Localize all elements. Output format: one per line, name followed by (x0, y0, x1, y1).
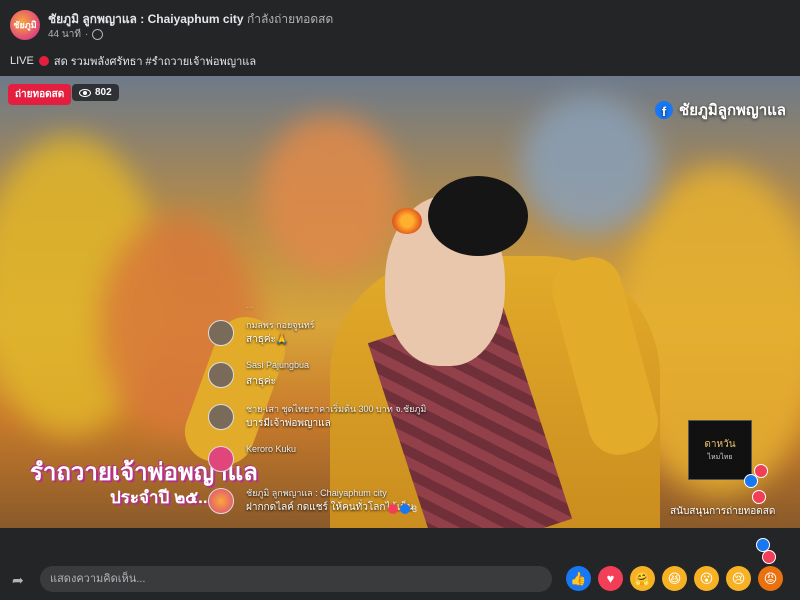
like-reaction-icon (400, 504, 410, 514)
overlay-subtitle: ประจำปี ๒๕... (110, 488, 213, 507)
comment-text: สาธุค่ะ (246, 376, 276, 387)
comment-author[interactable]: ชัยภูมิ ลูกพญาแล : Chaiyaphum city (246, 486, 387, 500)
comment-item: ... (208, 296, 448, 316)
comment-author[interactable]: ชาย-เสา ชุดไทยราคาเริ่มต้น 300 บาท จ.ชัย… (246, 402, 426, 416)
commenter-avatar[interactable] (208, 404, 234, 430)
comment-bar: ➦ 👍 ♥ 🤗 😆 😮 😢 😡 (0, 528, 800, 600)
wow-icon[interactable]: 😮 (694, 566, 719, 591)
post-time[interactable]: 44 นาที (48, 27, 81, 42)
caption-live-label: LIVE (10, 55, 34, 67)
like-icon[interactable]: 👍 (566, 566, 591, 591)
sponsor-caption: สนับสนุนการถ่ายทอดสด (670, 506, 776, 517)
viewer-count-badge: 802 (72, 84, 119, 101)
background-crowd (260, 116, 400, 276)
background-sky (520, 96, 660, 236)
comment-item: Keroro Kuku (208, 442, 448, 484)
post-meta: 44 นาที · (48, 27, 104, 42)
viewer-count: 802 (95, 87, 112, 98)
comment-reaction-count: 3 (412, 504, 418, 514)
comment-author[interactable]: กมลพร กอยจูนทร์ (246, 318, 314, 332)
share-icon[interactable]: ➦ (12, 572, 28, 588)
floating-love-icon (762, 550, 776, 564)
hair-flower (392, 208, 422, 234)
live-video-player[interactable]: ถ่ายทอดสด 802 f ชัยภูมิลูกพญาแล รำถวายเจ… (0, 76, 800, 528)
commenter-avatar[interactable] (208, 320, 234, 346)
page-name-link[interactable]: ชัยภูมิ ลูกพญาแล : Chaiyaphum city (48, 12, 244, 26)
page-avatar[interactable]: ชัยภูมิ (10, 10, 40, 40)
angry-icon[interactable]: 😡 (758, 566, 783, 591)
sponsor-tagline: ไหมไทย (707, 454, 733, 461)
dancer-hair-bun (428, 176, 528, 256)
comment-item: ชาย-เสา ชุดไทยราคาเริ่มต้น 300 บาท จ.ชัย… (208, 400, 448, 442)
video-watermark: f ชัยภูมิลูกพญาแล (655, 98, 786, 122)
watermark-text: ชัยภูมิลูกพญาแล (679, 102, 786, 119)
post-caption: LIVE สด รวมพลังศรัทธา #รำถวายเจ้าพ่อพญาแ… (10, 52, 256, 70)
love-reaction-icon (388, 504, 398, 514)
sponsor-name: ดาหวัน (704, 439, 736, 450)
comment-text: สาธุค่ะ🙏 (246, 334, 289, 345)
meta-dot: · (84, 29, 89, 40)
comment-item: ชัยภูมิ ลูกพญาแล : Chaiyaphum city ฝากกด… (208, 484, 448, 526)
comment-item: Sasi Pajungbua สาธุค่ะ (208, 358, 448, 400)
floating-like-icon (744, 474, 758, 488)
live-badge: ถ่ายทอดสด (8, 84, 72, 105)
love-icon[interactable]: ♥ (598, 566, 623, 591)
facebook-icon: f (655, 101, 674, 119)
haha-icon[interactable]: 😆 (662, 566, 687, 591)
comment-author[interactable]: ... (246, 300, 254, 310)
commenter-avatar[interactable] (208, 488, 234, 514)
commenter-avatar[interactable] (208, 446, 234, 472)
post-header: ชัยภูมิ ชัยภูมิ ลูกพญาแล : Chaiyaphum ci… (0, 0, 800, 76)
comment-reactions[interactable]: 3 (388, 504, 417, 514)
floating-love-icon (752, 490, 766, 504)
comment-text: บารมีเจ้าพ่อพญาแล (246, 418, 331, 429)
eye-icon (79, 88, 91, 97)
live-comments: ... กมลพร กอยจูนทร์ สาธุค่ะ🙏 Sasi Pajung… (208, 296, 448, 526)
reaction-bar: 👍 ♥ 🤗 😆 😮 😢 😡 (566, 566, 783, 591)
caption-text: สด รวมพลังศรัทธา #รำถวายเจ้าพ่อพญาแล (53, 56, 257, 68)
red-circle-icon (38, 56, 49, 66)
comment-author[interactable]: Sasi Pajungbua (246, 360, 309, 370)
care-icon[interactable]: 🤗 (630, 566, 655, 591)
sad-icon[interactable]: 😢 (726, 566, 751, 591)
commenter-avatar[interactable] (208, 362, 234, 388)
sponsor-logo: ดาหวัน ไหมไทย (688, 420, 752, 480)
globe-icon (92, 29, 104, 40)
live-status-text: กำลังถ่ายทอดสด (246, 12, 334, 26)
comment-input[interactable] (40, 566, 552, 592)
comment-author[interactable]: Keroro Kuku (246, 444, 296, 454)
comment-item: กมลพร กอยจูนทร์ สาธุค่ะ🙏 (208, 316, 448, 358)
